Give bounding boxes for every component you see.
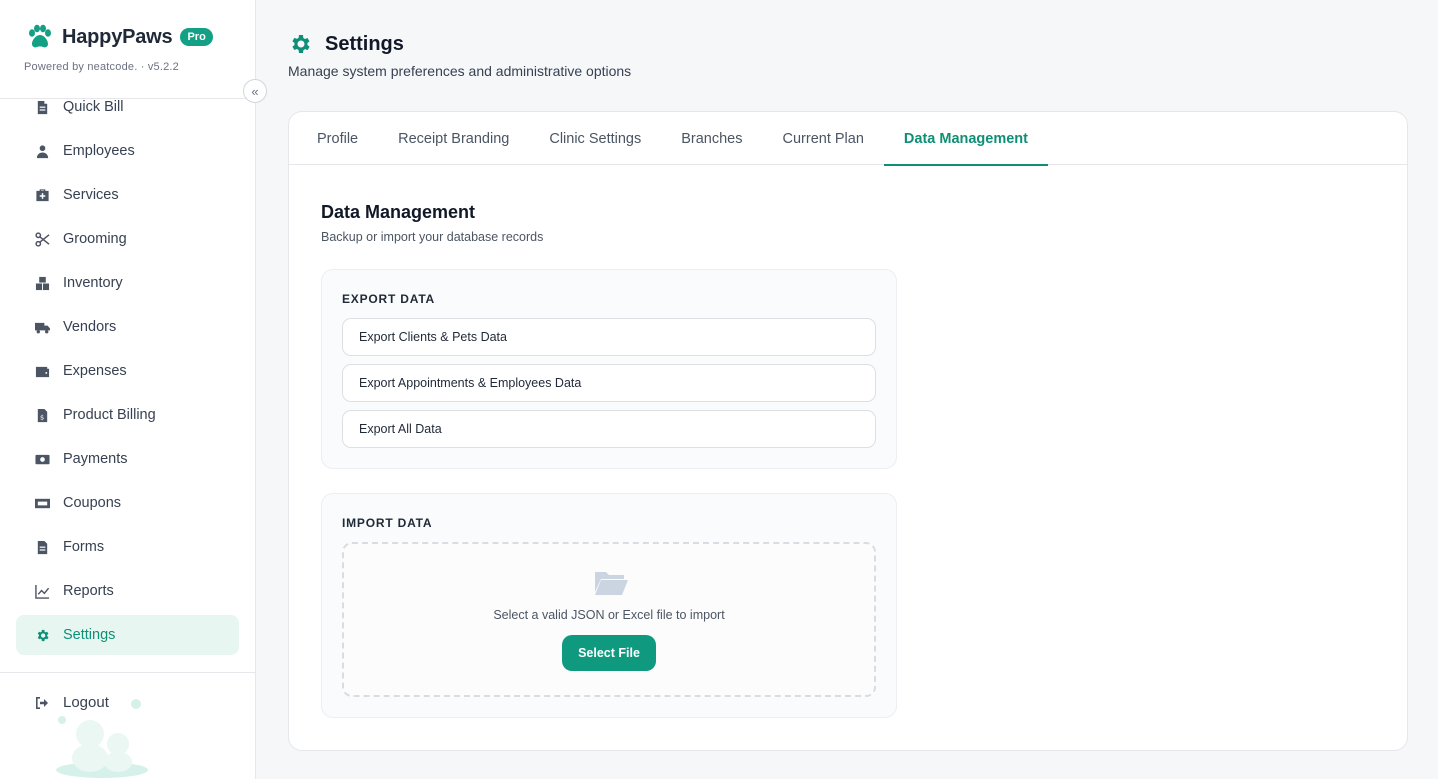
logout-button[interactable]: Logout — [34, 694, 109, 711]
gear-icon — [34, 627, 50, 643]
import-hint: Select a valid JSON or Excel file to imp… — [493, 608, 725, 622]
chart-line-icon — [34, 583, 50, 599]
ticket-icon — [34, 495, 50, 511]
settings-card: Profile Receipt Branding Clinic Settings… — [288, 111, 1408, 751]
collapse-sidebar-button[interactable]: « — [243, 79, 267, 103]
sidebar-item-label: Grooming — [63, 231, 127, 247]
page-subtitle: Manage system preferences and administra… — [288, 63, 632, 79]
pro-badge: Pro — [180, 28, 213, 46]
logout-label: Logout — [63, 694, 109, 711]
sidebar-item-label: Payments — [63, 451, 128, 467]
tab-data-management[interactable]: Data Management — [883, 112, 1049, 166]
chevrons-left-icon: « — [251, 83, 259, 99]
sidebar-item-label: Product Billing — [63, 407, 156, 423]
truck-icon — [34, 319, 50, 335]
folder-open-icon — [594, 568, 628, 596]
tab-receipt-branding[interactable]: Receipt Branding — [378, 112, 529, 165]
export-appointments-employees-button[interactable]: Export Appointments & Employees Data — [342, 364, 876, 402]
sidebar-item-label: Expenses — [63, 363, 127, 379]
page-header: Settings Manage system preferences and a… — [288, 32, 632, 80]
export-label: EXPORT DATA — [342, 292, 436, 306]
sidebar-item-vendors[interactable]: Vendors — [16, 307, 239, 347]
gear-icon — [288, 32, 312, 56]
scissors-icon — [34, 231, 50, 247]
export-all-button[interactable]: Export All Data — [342, 410, 876, 448]
sidebar-item-forms[interactable]: Forms — [16, 527, 239, 567]
tab-current-plan[interactable]: Current Plan — [763, 112, 884, 165]
import-panel: IMPORT DATA Select a valid JSON or Excel… — [321, 493, 897, 718]
page-title: Settings — [325, 32, 404, 55]
brand[interactable]: HappyPaws Pro — [26, 24, 213, 50]
money-icon — [34, 451, 50, 467]
sidebar-item-label: Services — [63, 187, 119, 203]
tab-branches[interactable]: Branches — [661, 112, 762, 165]
tab-profile[interactable]: Profile — [297, 112, 378, 165]
sidebar-item-label: Inventory — [63, 275, 123, 291]
sidebar-item-payments[interactable]: Payments — [16, 439, 239, 479]
sidebar-nav: Quick Bill Employees Services Grooming I… — [16, 87, 239, 659]
paw-logo-icon — [26, 24, 52, 50]
file-drop-zone[interactable]: Select a valid JSON or Excel file to imp… — [342, 542, 876, 697]
sidebar-item-settings[interactable]: Settings — [16, 615, 239, 655]
import-label: IMPORT DATA — [342, 516, 433, 530]
sidebar-item-product-billing[interactable]: $ Product Billing — [16, 395, 239, 435]
sidebar-item-grooming[interactable]: Grooming — [16, 219, 239, 259]
wallet-icon — [34, 363, 50, 379]
sidebar-item-employees[interactable]: Employees — [16, 131, 239, 171]
sidebar-item-label: Forms — [63, 539, 105, 555]
powered-by-text: Powered by neatcode. · v5.2.2 — [24, 61, 180, 73]
sidebar-item-label: Vendors — [63, 319, 117, 335]
tab-clinic-settings[interactable]: Clinic Settings — [529, 112, 661, 165]
sidebar-item-label: Coupons — [63, 495, 122, 511]
sidebar-item-expenses[interactable]: Expenses — [16, 351, 239, 391]
section-title: Data Management — [321, 202, 476, 222]
export-panel: EXPORT DATA Export Clients & Pets Data E… — [321, 269, 897, 469]
section-subtitle: Backup or import your database records — [321, 230, 544, 244]
svg-text:$: $ — [39, 413, 43, 421]
invoice-icon: $ — [34, 407, 50, 423]
form-icon — [34, 539, 50, 555]
document-icon — [34, 99, 50, 115]
sidebar-item-coupons[interactable]: Coupons — [16, 483, 239, 523]
boxes-icon — [34, 275, 50, 291]
medical-kit-icon — [34, 187, 50, 203]
logout-icon — [34, 695, 50, 711]
brand-name: HappyPaws — [62, 25, 173, 48]
settings-tabs: Profile Receipt Branding Clinic Settings… — [289, 112, 1407, 166]
select-file-button[interactable]: Select File — [562, 635, 656, 671]
sidebar-item-services[interactable]: Services — [16, 175, 239, 215]
sidebar-item-inventory[interactable]: Inventory — [16, 263, 239, 303]
sidebar-bottom-divider — [0, 672, 255, 673]
sidebar-item-label: Settings — [63, 627, 116, 643]
sidebar-item-quick-bill[interactable]: Quick Bill — [16, 87, 239, 127]
sidebar-item-label: Employees — [63, 143, 135, 159]
sidebar-item-label: Quick Bill — [63, 99, 124, 115]
sidebar: HappyPaws Pro Powered by neatcode. · v5.… — [0, 0, 256, 779]
sidebar-item-reports[interactable]: Reports — [16, 571, 239, 611]
user-icon — [34, 143, 50, 159]
export-clients-pets-button[interactable]: Export Clients & Pets Data — [342, 318, 876, 356]
sidebar-item-label: Reports — [63, 583, 114, 599]
